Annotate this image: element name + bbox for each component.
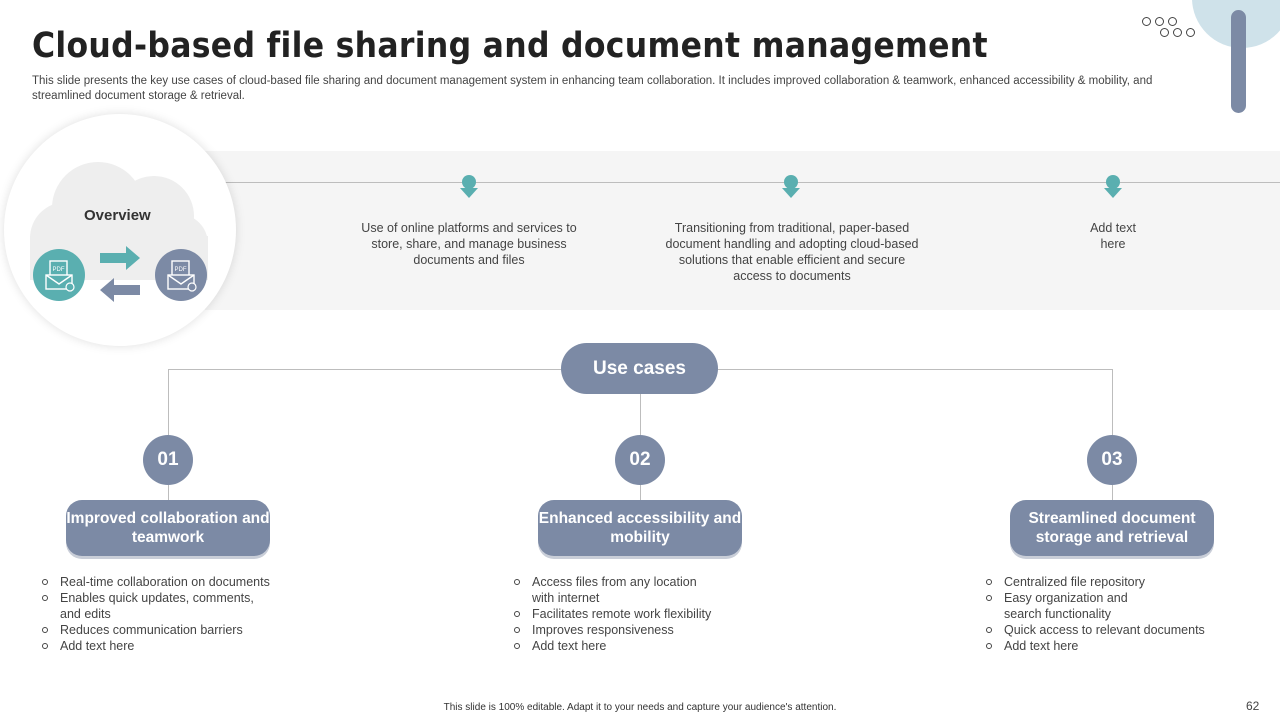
tree-vertical-line: [168, 485, 169, 501]
pdf-file-icon: PDF: [155, 249, 207, 301]
list-item: Real-time collaboration on documents: [40, 574, 300, 590]
page-subtitle: This slide presents the key use cases of…: [32, 75, 1153, 102]
pin-marker-icon: [782, 175, 800, 198]
list-item: Access files from any location with inte…: [512, 574, 712, 606]
case-number-badge: 03: [1087, 435, 1137, 485]
case-title-box: Enhanced accessibility and mobility: [538, 500, 742, 556]
pdf-label: PDF: [53, 267, 65, 273]
overview-item-text: Add text here: [1090, 221, 1136, 251]
overview-label: Overview: [84, 207, 151, 224]
footer-note: This slide is 100% editable. Adapt it to…: [443, 702, 837, 713]
overview-item-text: Use of online platforms and services to …: [361, 221, 577, 267]
deco-dot: [1168, 17, 1177, 26]
tree-vertical-line: [1112, 369, 1113, 435]
deco-dot: [1186, 28, 1195, 37]
page-number: 62: [1246, 699, 1260, 713]
tree-vertical-line: [1112, 485, 1113, 501]
list-item: Improves responsiveness: [512, 622, 772, 638]
list-item: Add text here: [984, 638, 1234, 654]
tree-vertical-line: [168, 369, 169, 435]
case-bullet-list: Centralized file repository Easy organiz…: [984, 574, 1234, 654]
overview-item-text: Transitioning from traditional, paper-ba…: [665, 221, 919, 283]
list-item: Add text here: [512, 638, 772, 654]
arrow-left-icon: [100, 278, 140, 302]
pdf-label: PDF: [175, 267, 187, 273]
case-number-badge: 02: [615, 435, 665, 485]
list-item: Centralized file repository: [984, 574, 1234, 590]
use-cases-node: Use cases: [561, 343, 718, 394]
list-item: Add text here: [40, 638, 300, 654]
tree-vertical-line: [640, 485, 641, 501]
pdf-file-icon: PDF: [33, 249, 85, 301]
list-item: Easy organization and search functionali…: [984, 590, 1144, 622]
list-item: Quick access to relevant documents: [984, 622, 1234, 638]
pin-marker-icon: [460, 175, 478, 198]
deco-bar: [1231, 10, 1246, 113]
arrow-right-icon: [100, 246, 140, 270]
case-title-box: Streamlined document storage and retriev…: [1010, 500, 1214, 556]
deco-dot: [1160, 28, 1169, 37]
list-item: Facilitates remote work flexibility: [512, 606, 772, 622]
case-bullet-list: Access files from any location with inte…: [512, 574, 772, 654]
case-title-box: Improved collaboration and teamwork: [66, 500, 270, 556]
pin-marker-icon: [1104, 175, 1122, 198]
case-bullet-list: Real-time collaboration on documents Ena…: [40, 574, 300, 654]
deco-dot: [1173, 28, 1182, 37]
deco-dot: [1155, 17, 1164, 26]
list-item: Reduces communication barriers: [40, 622, 300, 638]
case-number-badge: 01: [143, 435, 193, 485]
list-item: Enables quick updates, comments, and edi…: [40, 590, 260, 622]
tree-vertical-line: [640, 394, 641, 435]
page-title: Cloud-based file sharing and document ma…: [32, 26, 988, 66]
deco-dot: [1142, 17, 1151, 26]
